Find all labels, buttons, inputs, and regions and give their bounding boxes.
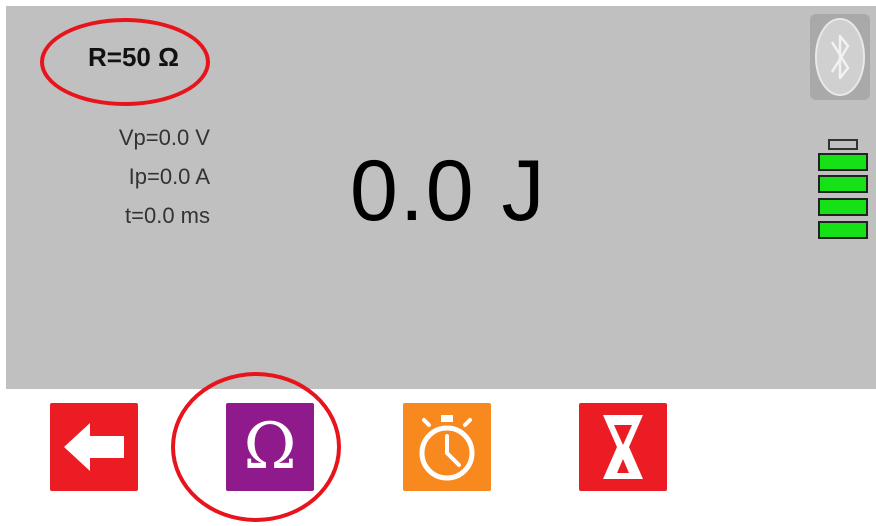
peak-voltage: Vp=0.0 V <box>118 125 210 150</box>
battery-cell <box>818 175 868 193</box>
ohm-icon: Ω <box>243 410 297 484</box>
battery-cell <box>818 198 868 216</box>
hourglass-button[interactable] <box>579 403 667 491</box>
device-screen: R=50 Ω Vp=0.0 V Ip=0.0 A t=0.0 ms 0.0 J … <box>0 0 876 526</box>
resistance-value: R=50 Ω <box>88 42 179 72</box>
battery-cap <box>828 139 858 150</box>
peak-current: Ip=0.0 A <box>128 164 210 189</box>
timer-button[interactable] <box>403 403 491 491</box>
bluetooth-icon[interactable] <box>810 14 870 100</box>
energy-readout: 0.0 J <box>350 143 547 239</box>
pulse-time: t=0.0 ms <box>125 203 210 228</box>
battery-cell <box>818 153 868 171</box>
back-button[interactable] <box>50 403 138 491</box>
battery-icon <box>818 139 870 243</box>
readings-panel: Vp=0.0 V Ip=0.0 A t=0.0 ms <box>60 118 210 235</box>
battery-cell <box>818 221 868 239</box>
resistance-button[interactable]: Ω <box>226 403 314 491</box>
stopwatch-icon <box>419 415 475 481</box>
arrow-left-icon <box>64 423 124 471</box>
hourglass-icon <box>603 415 643 479</box>
